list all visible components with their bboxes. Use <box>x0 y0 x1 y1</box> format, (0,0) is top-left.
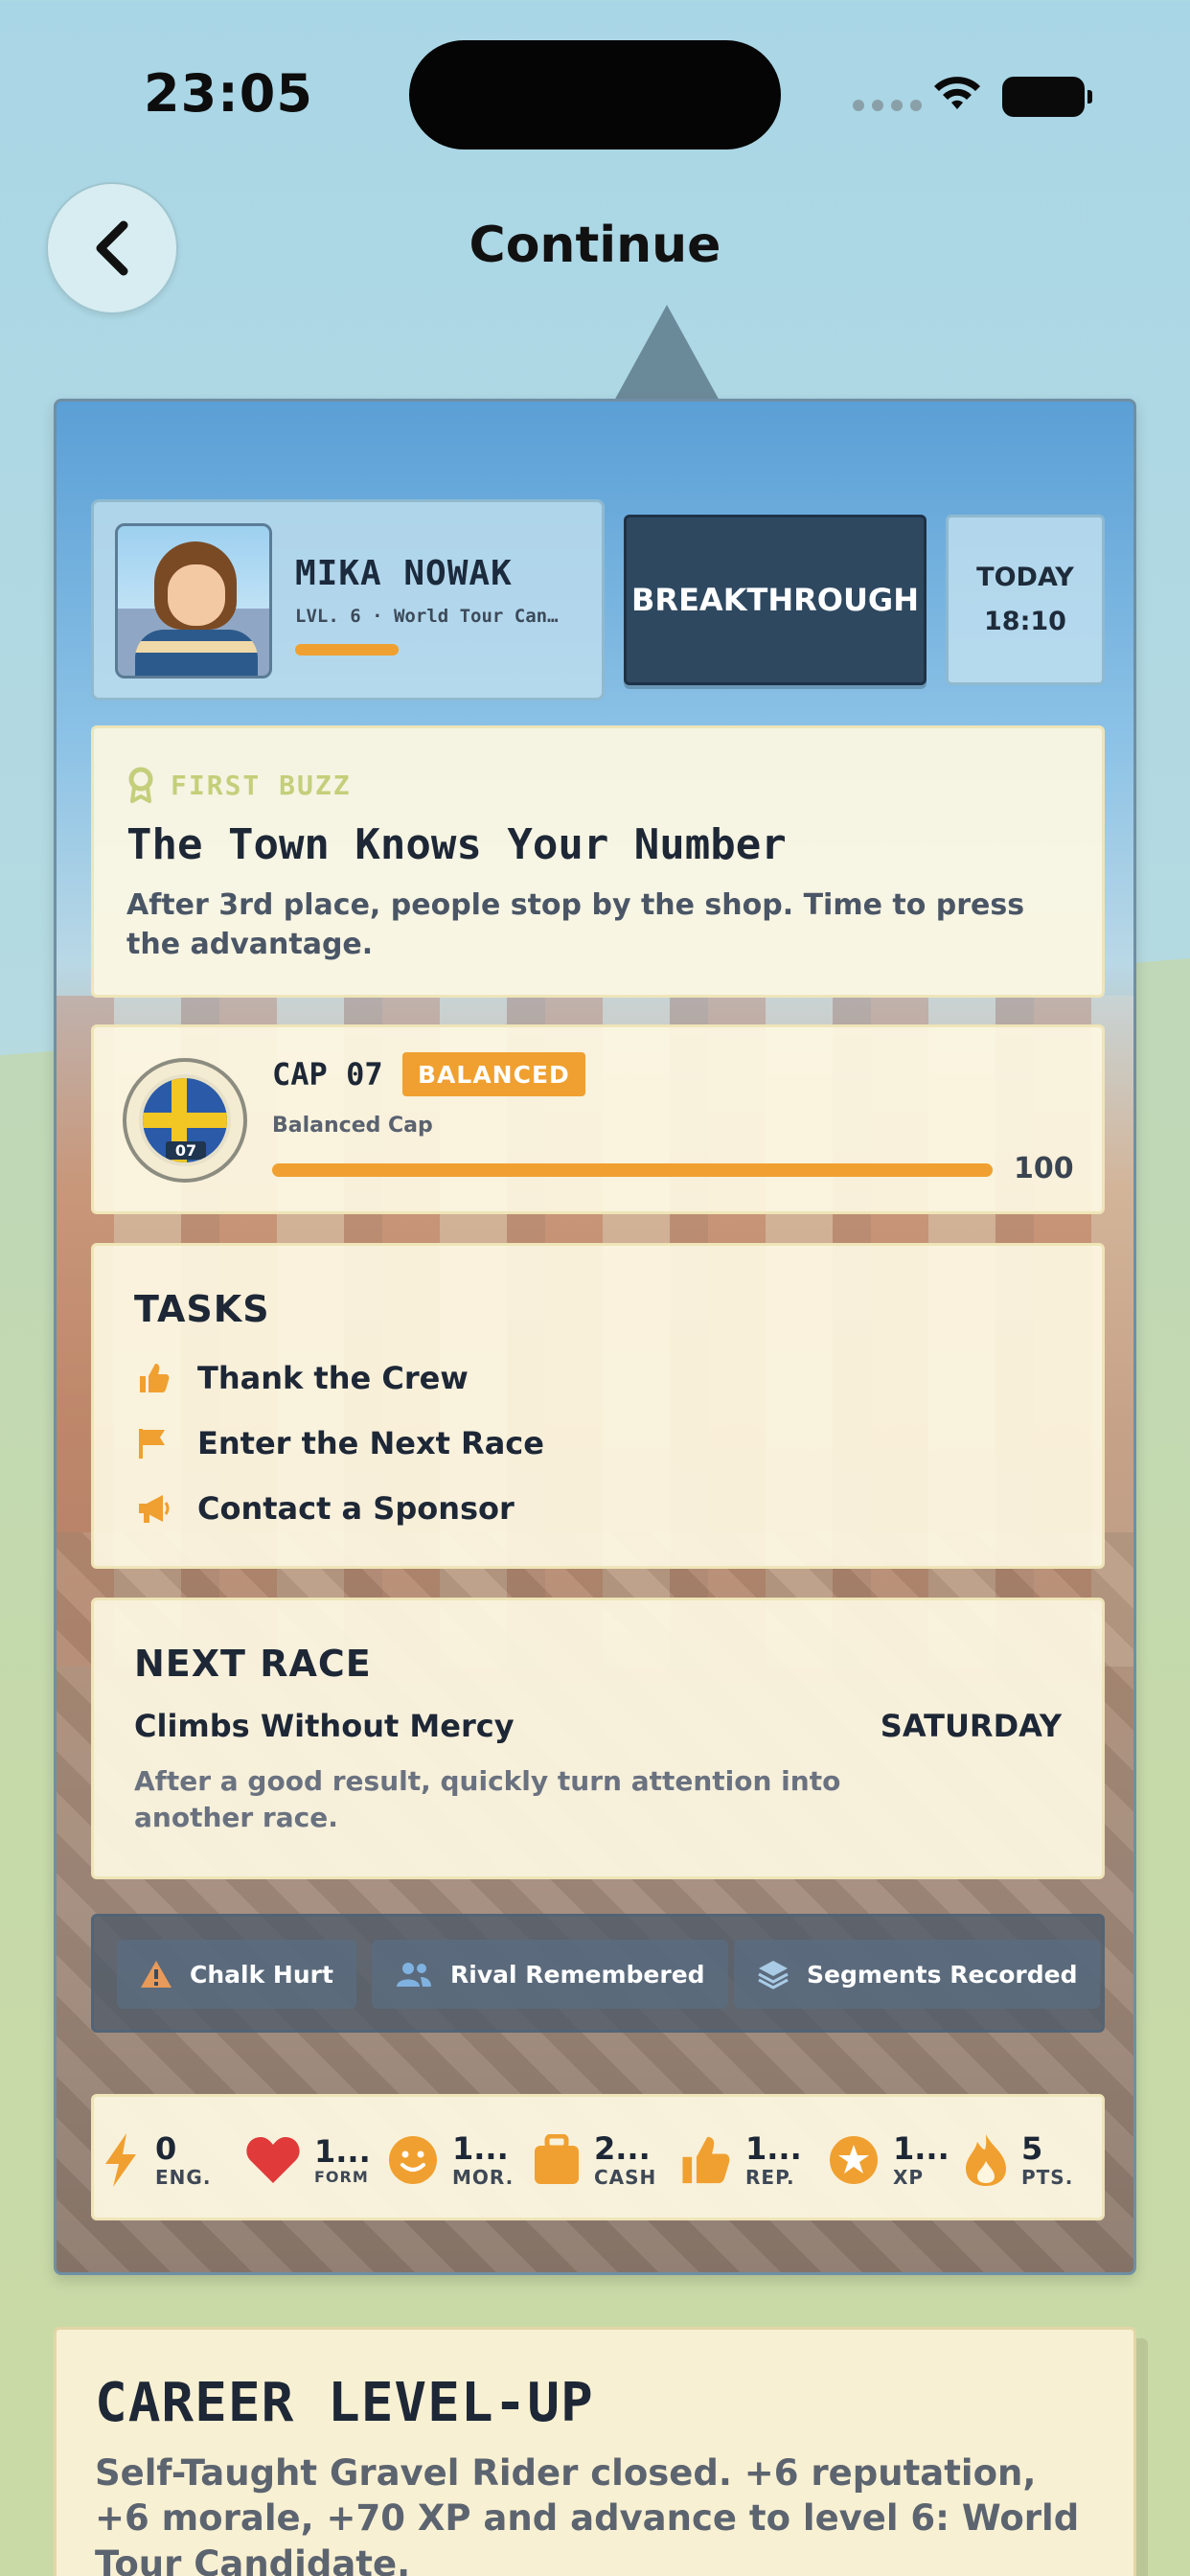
stat-label: XP <box>893 2165 925 2189</box>
page-title: Continue <box>469 217 721 274</box>
buzz-title: The Town Knows Your Number <box>126 820 787 869</box>
stat-value: 1... <box>452 2130 509 2168</box>
task-item[interactable]: Enter the Next Race <box>134 1424 544 1462</box>
levelup-heading: CAREER LEVEL-UP <box>95 2372 594 2434</box>
schedule-time[interactable]: TODAY 18:10 <box>946 515 1105 685</box>
buzz-panel: FIRST BUZZ The Town Knows Your Number Af… <box>91 725 1105 998</box>
buzz-text: After 3rd place, people stop by the shop… <box>126 888 1025 962</box>
scene-card: MIKA NOWAK LVL. 6 · World Tour Can… BREA… <box>54 399 1136 2275</box>
breakthrough-button[interactable]: BREAKTHROUGH <box>624 515 927 685</box>
career-levelup-card: CAREER LEVEL-UP Self-Taught Gravel Rider… <box>54 2327 1136 2576</box>
stat-cash[interactable]: 2... CASH <box>533 2116 656 2204</box>
warning-icon <box>141 1961 172 1988</box>
stat-points[interactable]: 5 PTS. <box>964 2116 1073 2204</box>
player-level: LVL. 6 · World Tour Can… <box>295 606 559 627</box>
chip-label: Chalk Hurt <box>190 1960 333 1989</box>
pointer-arrow <box>613 305 721 402</box>
xp-bar <box>295 644 399 656</box>
stat-form[interactable]: 1... FORM <box>245 2116 371 2204</box>
stat-value: 5 <box>1021 2130 1043 2168</box>
chip-label: Rival Remembered <box>450 1960 705 1989</box>
stat-label: CASH <box>594 2165 657 2189</box>
levelup-text: Self-Taught Gravel Rider closed. +6 repu… <box>95 2452 1080 2576</box>
stat-energy[interactable]: 0 ENG. <box>100 2116 211 2204</box>
stat-label: MOR. <box>452 2165 515 2189</box>
award-icon <box>128 767 153 803</box>
task-label: Enter the Next Race <box>197 1425 544 1461</box>
briefcase-icon <box>535 2134 579 2184</box>
buzz-tag: FIRST BUZZ <box>126 767 352 803</box>
flag-icon <box>134 1424 172 1462</box>
smile-icon <box>389 2136 437 2184</box>
stat-morale[interactable]: 1... MOR. <box>387 2116 514 2204</box>
player-card[interactable]: MIKA NOWAK LVL. 6 · World Tour Can… <box>91 499 605 701</box>
flame-icon <box>966 2134 1006 2186</box>
player-name: MIKA NOWAK <box>295 554 513 593</box>
stat-label: FORM <box>314 2167 369 2186</box>
heart-icon <box>246 2137 300 2183</box>
stat-label: REP. <box>745 2165 795 2189</box>
cap-badge: 07 <box>123 1058 247 1183</box>
cap-tag: BALANCED <box>402 1052 585 1096</box>
cap-subtitle: Balanced Cap <box>272 1114 433 1138</box>
chip-label: Segments Recorded <box>807 1960 1078 1989</box>
schedule-day: TODAY <box>976 563 1074 593</box>
lightning-icon <box>105 2133 136 2187</box>
task-item[interactable]: Contact a Sponsor <box>134 1489 515 1528</box>
task-item[interactable]: Thank the Crew <box>134 1359 469 1397</box>
buzz-tag-label: FIRST BUZZ <box>171 769 352 801</box>
race-day: SATURDAY <box>880 1708 1062 1744</box>
stat-reputation[interactable]: 1... REP. <box>676 2116 802 2204</box>
megaphone-icon <box>134 1489 172 1528</box>
stat-value: 2... <box>594 2130 651 2168</box>
tasks-heading: TASKS <box>134 1288 270 1330</box>
star-icon <box>830 2136 878 2184</box>
cap-progress-bar <box>272 1163 993 1177</box>
dynamic-island <box>409 40 781 150</box>
avatar <box>115 523 272 678</box>
cap-value: 100 <box>1014 1152 1074 1185</box>
cap-panel[interactable]: 07 CAP 07 BALANCED Balanced Cap 100 <box>91 1024 1105 1214</box>
battery-icon <box>1002 77 1092 117</box>
status-time: 23:05 <box>144 63 313 124</box>
stat-value: 1... <box>893 2130 950 2168</box>
cap-badge-number: 07 <box>166 1141 206 1160</box>
next-race-heading: NEXT RACE <box>134 1643 372 1685</box>
chip-rival-remembered[interactable]: Rival Remembered <box>372 1940 728 2009</box>
next-race-panel[interactable]: NEXT RACE Climbs Without Mercy SATURDAY … <box>91 1598 1105 1879</box>
chip-segments-recorded[interactable]: Segments Recorded <box>734 1940 1101 2009</box>
cap-title: CAP 07 <box>272 1056 383 1092</box>
stat-value: 1... <box>314 2132 371 2170</box>
wifi-icon <box>934 77 980 109</box>
chip-chalk-hurt[interactable]: Chalk Hurt <box>117 1940 356 2009</box>
schedule-clock: 18:10 <box>984 607 1066 636</box>
stat-label: ENG. <box>155 2165 212 2189</box>
stat-xp[interactable]: 1... XP <box>828 2116 950 2204</box>
users-icon <box>397 1963 431 1987</box>
task-label: Contact a Sponsor <box>197 1490 515 1527</box>
race-name: Climbs Without Mercy <box>134 1708 515 1744</box>
signal-icon <box>853 100 922 111</box>
task-label: Thank the Crew <box>197 1360 469 1396</box>
stat-value: 0 <box>155 2130 177 2168</box>
tasks-panel: TASKS Thank the Crew Enter the Next Race… <box>91 1243 1105 1569</box>
status-chips: Chalk Hurt Rival Remembered Segments Rec… <box>91 1914 1105 2033</box>
stats-bar: 0 ENG. 1... FORM 1... MOR. 2... CASH 1... REP… <box>91 2094 1105 2220</box>
stat-value: 1... <box>745 2130 802 2168</box>
thumbs-up-icon <box>682 2136 730 2184</box>
stat-label: PTS. <box>1021 2165 1074 2189</box>
thumbs-up-icon <box>134 1359 172 1397</box>
race-description: After a good result, quickly turn attent… <box>134 1765 841 1833</box>
layers-icon <box>758 1961 789 1990</box>
